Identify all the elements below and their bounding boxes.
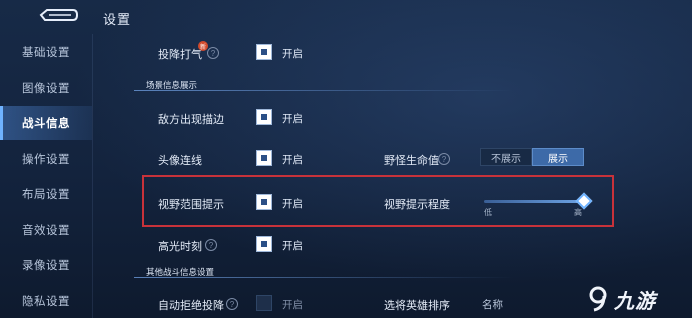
slider-max-label: 高 xyxy=(574,208,582,217)
monster-hp-label: 野怪生命值 xyxy=(384,155,439,167)
monster-hp-hide-option[interactable]: 不展示 xyxy=(480,148,532,166)
surrender-label: 投降打气 xyxy=(158,49,202,61)
sidebar-item-replay[interactable]: 录像设置 xyxy=(0,248,92,282)
back-button[interactable] xyxy=(38,7,80,23)
top-bar: 设置 xyxy=(0,0,692,34)
watermark-text: 九游 xyxy=(614,290,656,313)
vision-hint-label: 视野范围提示 xyxy=(158,199,224,211)
avatar-link-label: 头像连线 xyxy=(158,155,202,167)
monster-hp-toggle: 不展示 展示 xyxy=(480,148,584,166)
surrender-checkbox[interactable] xyxy=(256,44,272,60)
vision-level-label: 视野提示程度 xyxy=(384,199,450,211)
watermark-logo: 九游 xyxy=(588,284,688,314)
vision-level-slider[interactable] xyxy=(484,200,588,203)
section-scene-info: 场景信息展示 xyxy=(134,79,515,91)
hero-sort-value[interactable]: 名称 xyxy=(482,297,503,312)
vision-hint-value: 开启 xyxy=(282,198,303,210)
surrender-value: 开启 xyxy=(282,48,303,60)
avatar-link-checkbox[interactable] xyxy=(256,150,272,166)
highlight-moment-checkbox[interactable] xyxy=(256,236,272,252)
sidebar-divider xyxy=(92,34,93,318)
sidebar-item-battle-info[interactable]: 战斗信息 xyxy=(0,106,92,140)
checkbox-mark xyxy=(261,199,267,205)
help-icon[interactable]: ? xyxy=(205,239,217,251)
auto-reject-value: 开启 xyxy=(282,299,303,311)
auto-reject-label: 自动拒绝投降 xyxy=(158,300,224,312)
sidebar-item-basic[interactable]: 基础设置 xyxy=(0,35,92,69)
sidebar-item-controls[interactable]: 操作设置 xyxy=(0,142,92,176)
sidebar-item-sound[interactable]: 音效设置 xyxy=(0,213,92,247)
checkbox-mark xyxy=(261,114,267,120)
monster-hp-show-option[interactable]: 展示 xyxy=(532,148,584,166)
page-title: 设置 xyxy=(103,12,132,27)
sidebar: 基础设置 图像设置 战斗信息 操作设置 布局设置 音效设置 录像设置 隐私设置 xyxy=(0,34,92,318)
enemy-stroke-value: 开启 xyxy=(282,113,303,125)
back-arrow-icon xyxy=(39,9,79,21)
sidebar-item-layout[interactable]: 布局设置 xyxy=(0,177,92,211)
help-icon[interactable]: ? xyxy=(207,47,219,59)
hero-sort-label: 选将英雄排序 xyxy=(384,300,450,312)
enemy-stroke-checkbox[interactable] xyxy=(256,109,272,125)
checkbox-mark xyxy=(261,49,267,55)
enemy-stroke-label: 敌方出现描边 xyxy=(158,114,224,126)
checkbox-mark xyxy=(261,155,267,161)
checkbox-mark xyxy=(261,241,267,247)
auto-reject-checkbox[interactable] xyxy=(256,295,272,311)
help-icon[interactable]: ? xyxy=(438,153,450,165)
help-icon[interactable]: ? xyxy=(226,298,238,310)
highlight-moment-label: 高光时刻 xyxy=(158,241,202,253)
sidebar-item-graphics[interactable]: 图像设置 xyxy=(0,71,92,105)
slider-min-label: 低 xyxy=(484,208,492,217)
background xyxy=(0,0,692,318)
nine-game-logo-icon xyxy=(589,286,607,312)
vision-hint-checkbox[interactable] xyxy=(256,194,272,210)
avatar-link-value: 开启 xyxy=(282,154,303,166)
new-badge: 新 xyxy=(198,41,208,51)
section-other-battle-info: 其他战斗信息设置 xyxy=(134,266,515,278)
highlight-moment-value: 开启 xyxy=(282,240,303,252)
sidebar-item-privacy[interactable]: 隐私设置 xyxy=(0,284,92,318)
